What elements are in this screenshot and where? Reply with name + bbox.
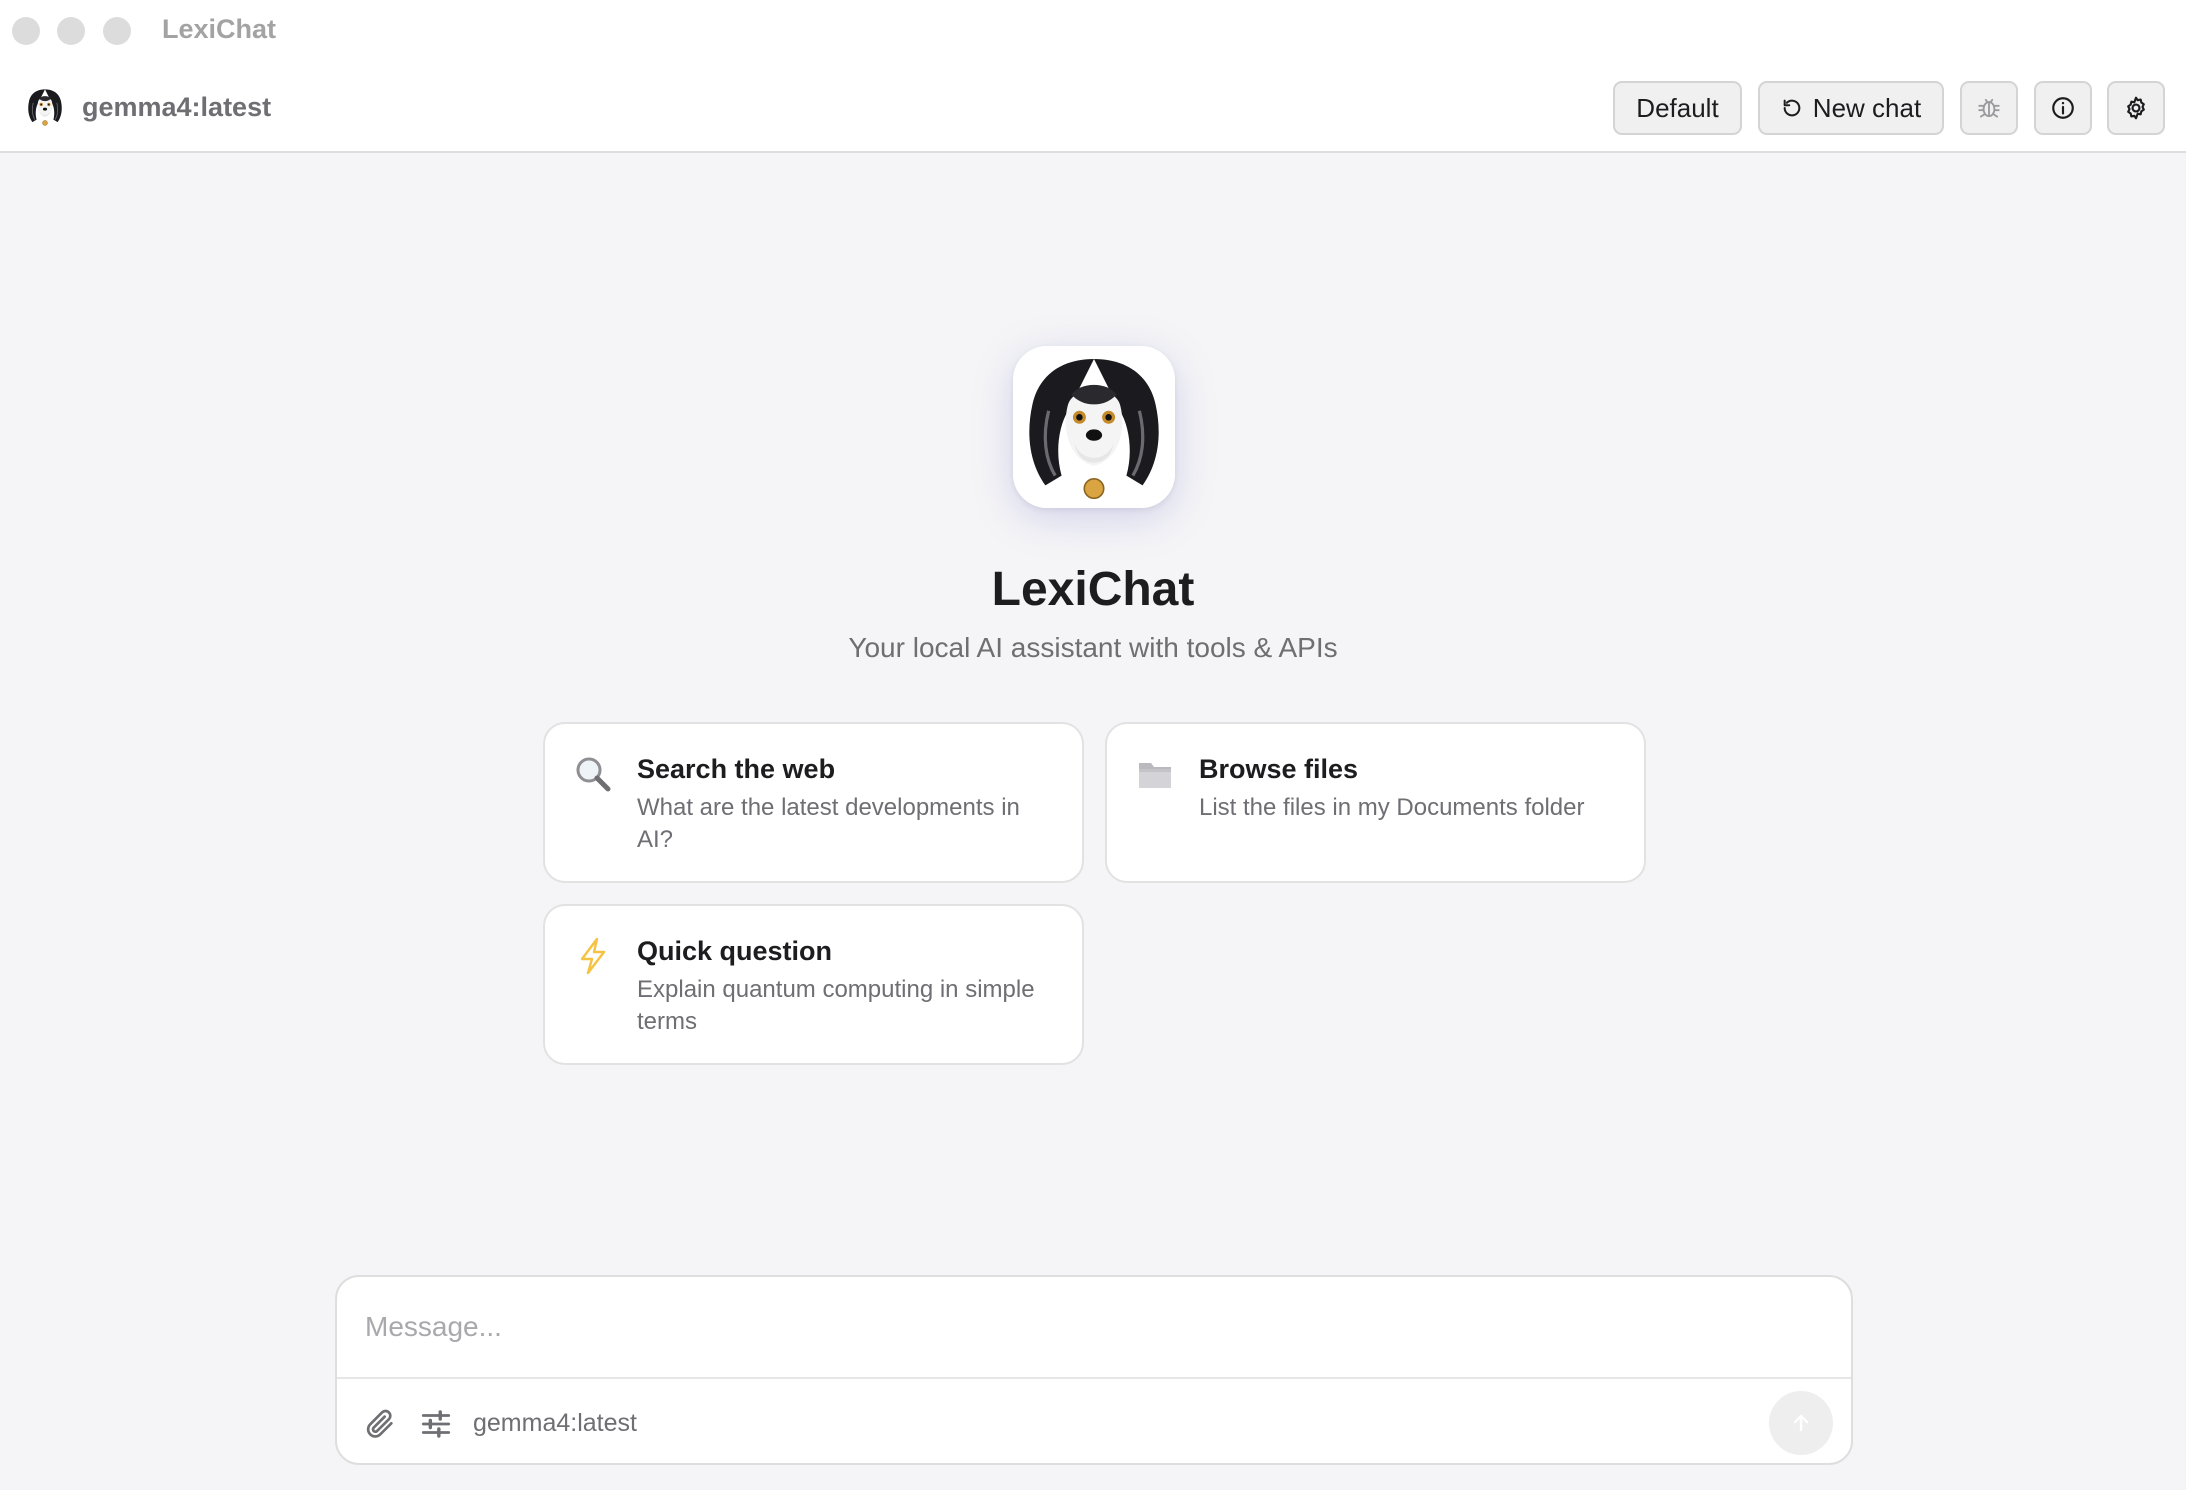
suggestion-description: List the files in my Documents folder [1199, 794, 1585, 821]
profile-default-label: Default [1636, 92, 1719, 123]
magnifier-icon [576, 757, 611, 792]
suggestion-card-browse-files[interactable]: Browse files List the files in my Docume… [1105, 722, 1646, 883]
dog-logo-icon [1013, 346, 1175, 508]
suggestion-title: Quick question [637, 936, 833, 966]
close-window-button[interactable] [12, 17, 40, 45]
suggestion-title: Browse files [1199, 754, 1359, 784]
zoom-window-button[interactable] [103, 17, 131, 45]
suggestion-title: Search the web [637, 754, 836, 784]
app-toolbar: gemma4:latest Default New chat [0, 62, 2186, 153]
message-input[interactable] [337, 1277, 1851, 1377]
folder-icon [1139, 763, 1171, 788]
debug-button[interactable] [1960, 81, 2018, 135]
profile-default-button[interactable]: Default [1613, 81, 1742, 135]
sliders-icon[interactable] [419, 1407, 453, 1441]
current-model-label[interactable]: gemma4:latest [82, 92, 271, 123]
lightning-icon [580, 937, 606, 975]
composer-model-selector[interactable]: gemma4:latest [473, 1409, 637, 1438]
gear-icon [2127, 96, 2145, 120]
settings-button[interactable] [2107, 81, 2165, 135]
send-button[interactable] [1769, 1391, 1833, 1455]
dog-avatar-icon [24, 86, 66, 128]
app-logo [1013, 346, 1175, 508]
send-arrow-icon [1793, 1414, 1809, 1432]
paperclip-icon[interactable] [363, 1407, 397, 1441]
hero-subtitle: Your local AI assistant with tools & API… [848, 632, 1338, 663]
info-button[interactable] [2034, 81, 2092, 135]
message-composer: gemma4:latest [335, 1275, 1853, 1465]
new-chat-button[interactable]: New chat [1758, 81, 1944, 135]
hero-title: LexiChat [991, 563, 1195, 616]
window-title: LexiChat [162, 14, 277, 44]
minimize-window-button[interactable] [57, 17, 85, 45]
suggestion-description: What are the latest developments in AI? [637, 794, 1020, 853]
info-icon [2052, 97, 2074, 119]
composer-divider [337, 1377, 1851, 1379]
bug-icon [1978, 98, 2000, 118]
suggestion-card-quick-question[interactable]: Quick question Explain quantum computing… [543, 904, 1084, 1065]
new-chat-label: New chat [1812, 92, 1922, 123]
refresh-icon [1783, 99, 1801, 117]
suggestion-card-search-web[interactable]: Search the web What are the latest devel… [543, 722, 1084, 883]
suggestion-description: Explain quantum computing in simple term… [637, 976, 1035, 1035]
window-titlebar: LexiChat [0, 0, 2186, 62]
